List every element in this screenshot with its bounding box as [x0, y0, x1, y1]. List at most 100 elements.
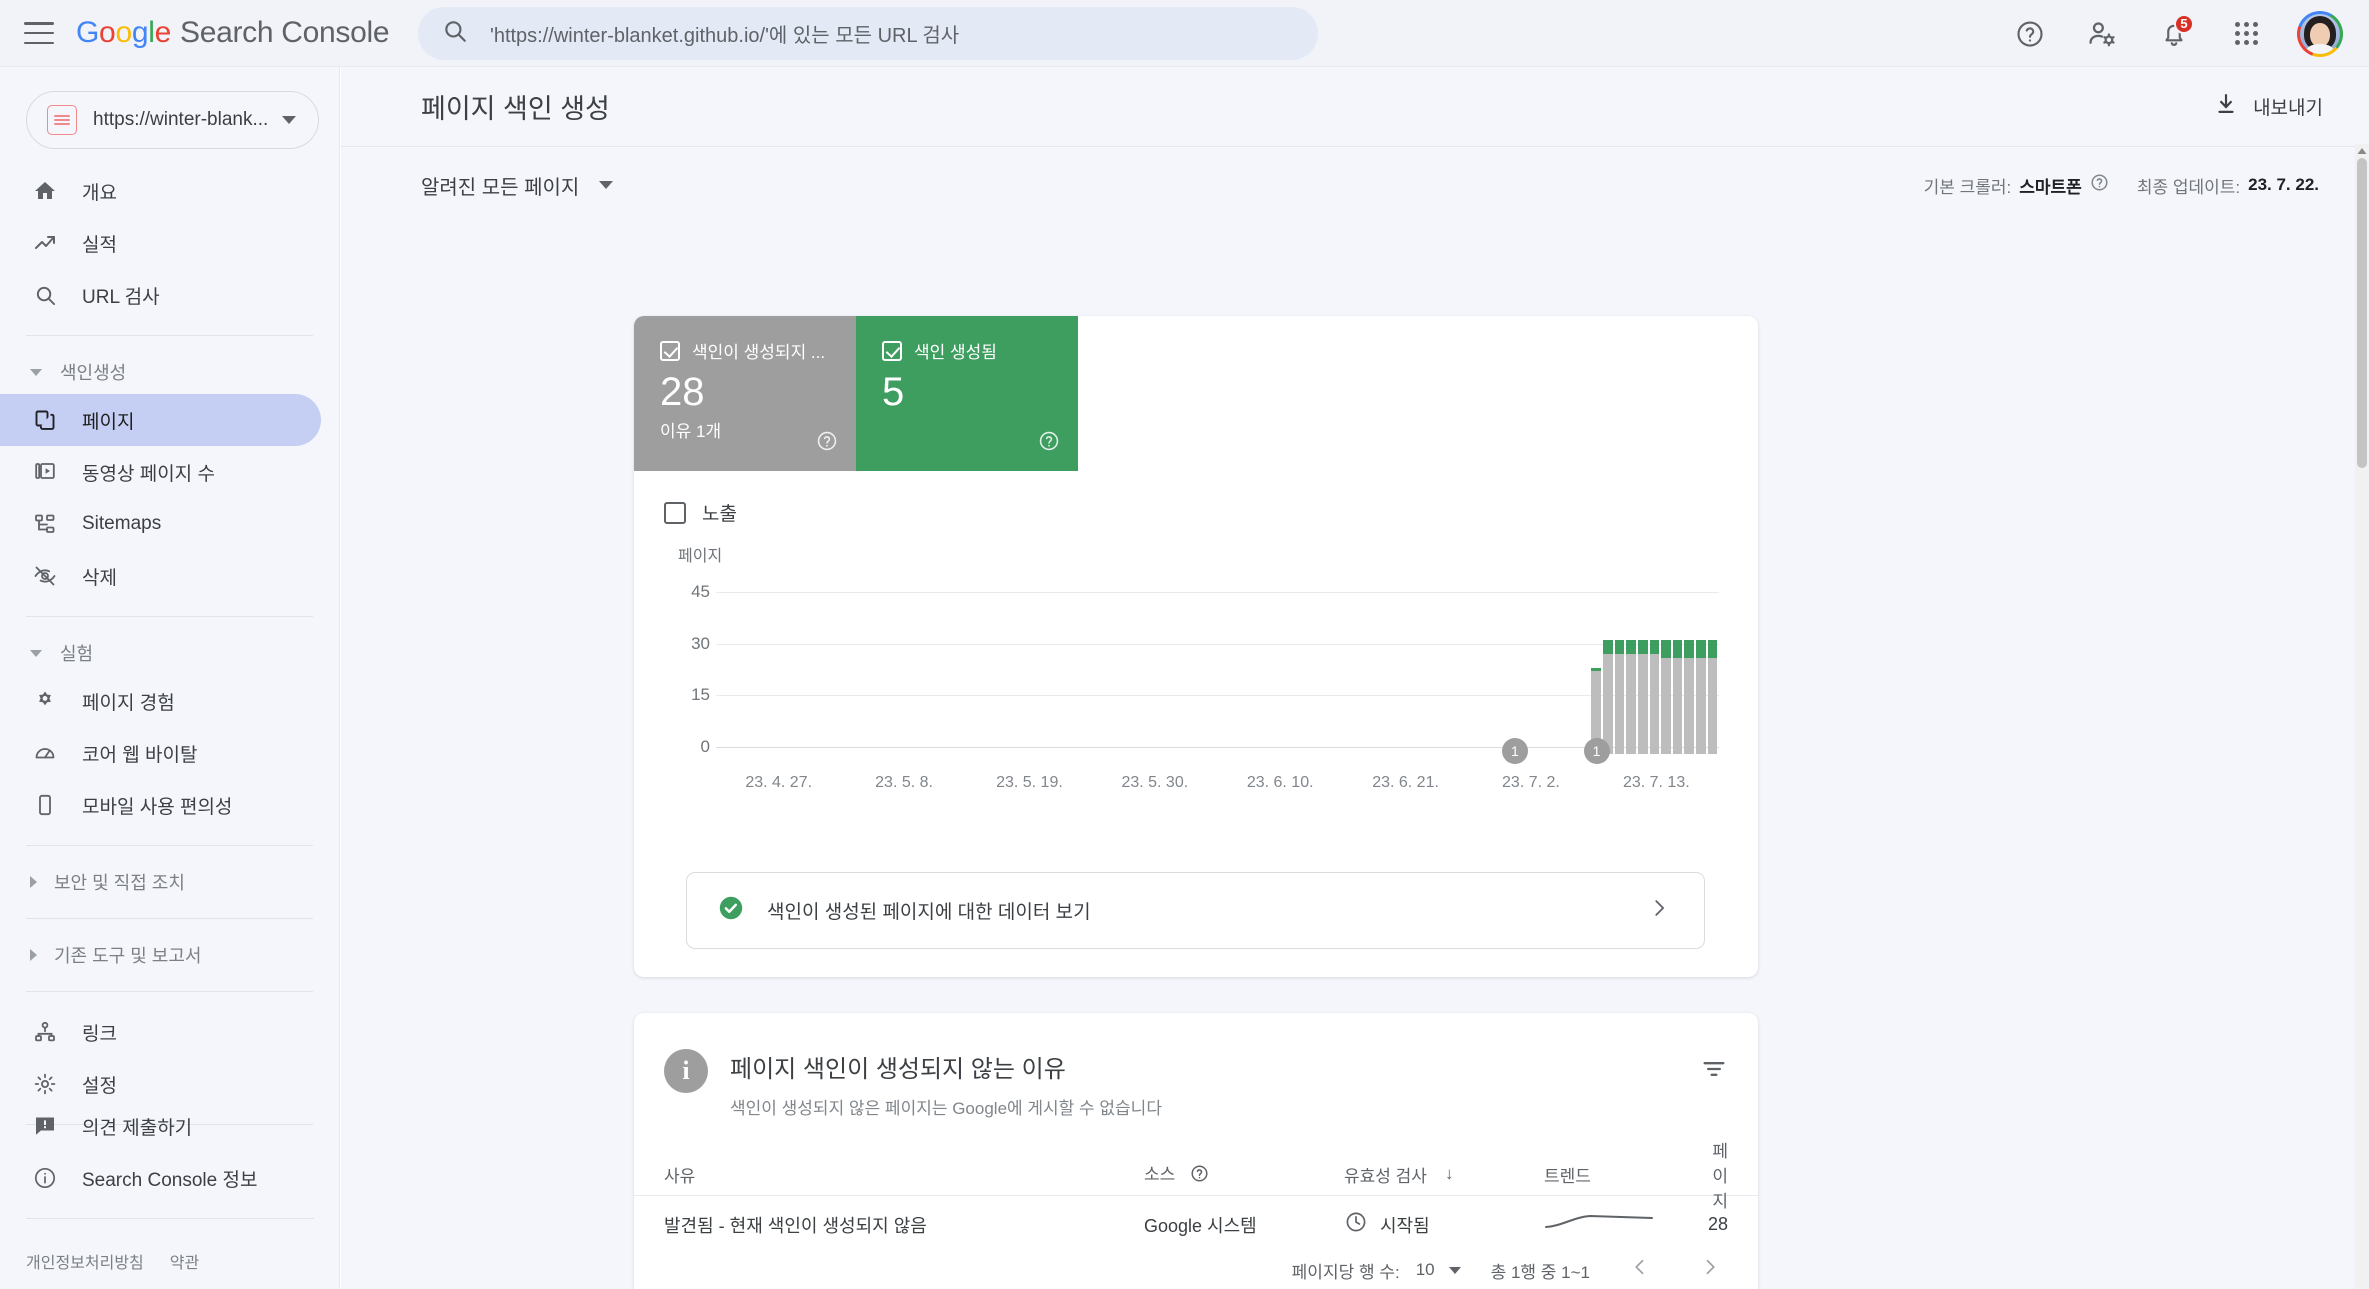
bar-column[interactable]: [1637, 599, 1649, 754]
help-circle-icon[interactable]: [2009, 13, 2051, 55]
sidebar-item-video-pages[interactable]: 동영상 페이지 수: [0, 446, 321, 498]
bar-column[interactable]: [1252, 599, 1264, 754]
bar-column[interactable]: [1474, 599, 1486, 754]
bar-column[interactable]: [1590, 599, 1602, 754]
bar-column[interactable]: [1555, 599, 1567, 754]
page-scrollbar[interactable]: [2355, 144, 2369, 1289]
bar-column[interactable]: [961, 599, 973, 754]
bar-column[interactable]: [1276, 599, 1288, 754]
bar-column[interactable]: [868, 599, 880, 754]
bar-column[interactable]: [1299, 599, 1311, 754]
search-input[interactable]: 'https://winter-blanket.github.io/'에 있는 …: [418, 7, 1318, 60]
bar-column[interactable]: [774, 599, 786, 754]
bar-column[interactable]: [1310, 599, 1322, 754]
sidebar-item-about[interactable]: Search Console 정보: [0, 1152, 322, 1204]
bar-column[interactable]: [996, 599, 1008, 754]
sidebar-item-feedback[interactable]: 의견 제출하기: [0, 1100, 322, 1152]
rows-per-page-select[interactable]: 10: [1416, 1260, 1461, 1280]
bar-column[interactable]: [1695, 599, 1707, 754]
checkbox-checked-icon[interactable]: [882, 340, 902, 361]
bar-column[interactable]: [926, 599, 938, 754]
user-avatar[interactable]: [2297, 10, 2343, 57]
bar-column[interactable]: [1380, 599, 1392, 754]
bar-column[interactable]: [1345, 599, 1357, 754]
bar-column[interactable]: [1206, 599, 1218, 754]
bar-column[interactable]: [1089, 599, 1101, 754]
bar-column[interactable]: [1229, 599, 1241, 754]
bar-column[interactable]: [786, 599, 798, 754]
account-settings-icon[interactable]: [2081, 13, 2123, 55]
sidebar-group-legacy-tools[interactable]: 기존 도구 및 보고서: [0, 933, 339, 977]
sidebar-group-security[interactable]: 보안 및 직접 조치: [0, 860, 339, 904]
bar-column[interactable]: [798, 599, 810, 754]
bar-column[interactable]: [809, 599, 821, 754]
sidebar-item-pages[interactable]: 페이지: [0, 394, 321, 446]
sidebar-item-links[interactable]: 링크: [0, 1006, 321, 1058]
bar-column[interactable]: [1369, 599, 1381, 754]
bar-column[interactable]: [914, 599, 926, 754]
bar-column[interactable]: [1159, 599, 1171, 754]
bar-column[interactable]: [1066, 599, 1078, 754]
impressions-legend-toggle[interactable]: 노출: [664, 499, 1758, 526]
filter-list-icon[interactable]: [1700, 1049, 1728, 1088]
column-header-pages[interactable]: 페이지: [1704, 1137, 1728, 1212]
chart-annotation-marker[interactable]: 1: [1501, 738, 1528, 764]
bar-column[interactable]: [1334, 599, 1346, 754]
sidebar-item-sitemaps[interactable]: Sitemaps: [0, 498, 321, 550]
bar-column[interactable]: [949, 599, 961, 754]
privacy-link[interactable]: 개인정보처리방침: [26, 1249, 144, 1273]
bar-column[interactable]: [1450, 599, 1462, 754]
bell-icon[interactable]: 5: [2153, 13, 2195, 55]
tile-indexed[interactable]: 색인 생성됨 5: [856, 316, 1078, 471]
sidebar-item-page-experience[interactable]: 페이지 경험: [0, 675, 321, 727]
hamburger-menu-icon[interactable]: [24, 22, 54, 44]
bar-column[interactable]: [1579, 599, 1591, 754]
bar-column[interactable]: [1485, 599, 1497, 754]
bar-column[interactable]: [1054, 599, 1066, 754]
bar-column[interactable]: [1544, 599, 1556, 754]
bar-column[interactable]: [1077, 599, 1089, 754]
bar-column[interactable]: [1136, 599, 1148, 754]
bar-column[interactable]: [1602, 599, 1614, 754]
bar-column[interactable]: [984, 599, 996, 754]
column-header-reason[interactable]: 사유: [664, 1162, 1144, 1187]
bar-column[interactable]: [1683, 599, 1695, 754]
bar-column[interactable]: [1042, 599, 1054, 754]
bar-column[interactable]: [1392, 599, 1404, 754]
bar-column[interactable]: [763, 599, 775, 754]
sidebar-item-overview[interactable]: 개요: [0, 165, 321, 217]
bar-column[interactable]: [833, 599, 845, 754]
bar-column[interactable]: [728, 599, 740, 754]
bar-column[interactable]: [1182, 599, 1194, 754]
sidebar-item-performance[interactable]: 실적: [0, 217, 321, 269]
bar-column[interactable]: [1322, 599, 1334, 754]
bar-column[interactable]: [879, 599, 891, 754]
sidebar-item-removals[interactable]: 삭제: [0, 550, 321, 602]
page-filter-dropdown[interactable]: 알려진 모든 페이지: [421, 171, 614, 200]
scroll-up-arrow-icon[interactable]: [2355, 144, 2369, 158]
bar-column[interactable]: [1707, 599, 1719, 754]
bar-column[interactable]: [1194, 599, 1206, 754]
bar-column[interactable]: [1625, 599, 1637, 754]
previous-page-button[interactable]: [1620, 1251, 1660, 1289]
checkbox-checked-icon[interactable]: [660, 340, 680, 361]
bar-column[interactable]: [856, 599, 868, 754]
next-page-button[interactable]: [1690, 1251, 1730, 1289]
bar-column[interactable]: [1520, 599, 1532, 754]
bar-column[interactable]: [1217, 599, 1229, 754]
bar-column[interactable]: [739, 599, 751, 754]
app-logo[interactable]: Google Search Console: [76, 16, 390, 50]
checkbox-unchecked-icon[interactable]: [664, 501, 686, 524]
column-header-validation[interactable]: 유효성 검사 ↓: [1344, 1162, 1544, 1187]
bar-column[interactable]: [1614, 599, 1626, 754]
sidebar-item-mobile-usability[interactable]: 모바일 사용 편의성: [0, 779, 321, 831]
sidebar-group-indexing[interactable]: 색인생성: [0, 350, 339, 394]
help-circle-icon[interactable]: [2090, 173, 2109, 197]
bar-column[interactable]: [1649, 599, 1661, 754]
bar-column[interactable]: [1462, 599, 1474, 754]
terms-link[interactable]: 약관: [170, 1249, 199, 1273]
bar-column[interactable]: [1672, 599, 1684, 754]
bar-column[interactable]: [972, 599, 984, 754]
bar-column[interactable]: [751, 599, 763, 754]
bar-column[interactable]: [1532, 599, 1544, 754]
